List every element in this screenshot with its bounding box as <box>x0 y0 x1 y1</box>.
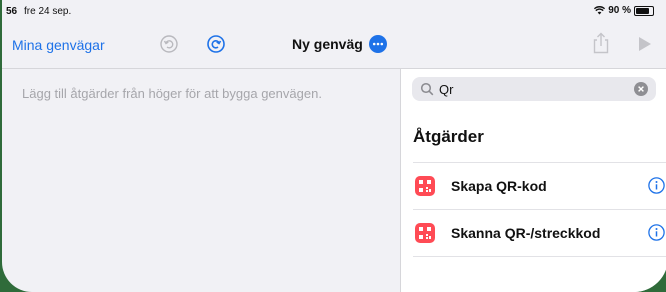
ipad-screen: 56 fre 24 sep. 90 % Mina genvägar Ny gen… <box>2 0 666 292</box>
search-input[interactable]: Qr <box>412 77 656 101</box>
play-icon[interactable] <box>638 36 652 52</box>
shortcut-title: Ny genväg <box>292 36 363 52</box>
action-label: Skanna QR-/streckkod <box>451 225 601 241</box>
wifi-icon <box>594 6 606 15</box>
redo-icon[interactable] <box>207 35 225 53</box>
battery-icon <box>634 5 654 16</box>
divider <box>413 256 666 257</box>
status-date: fre 24 sep. <box>24 6 72 17</box>
action-label: Skapa QR-kod <box>451 178 547 194</box>
status-bar: 56 fre 24 sep. 90 % <box>2 0 666 22</box>
battery-percent: 90 % <box>608 5 631 16</box>
qr-icon <box>415 223 435 243</box>
action-create-qr-code[interactable]: Skapa QR-kod <box>401 163 666 209</box>
action-scan-qr-barcode[interactable]: Skanna QR-/streckkod <box>401 210 666 256</box>
search-icon <box>420 82 434 96</box>
shortcut-title-group[interactable]: Ny genväg <box>292 35 387 53</box>
info-icon[interactable] <box>648 177 665 194</box>
more-icon[interactable] <box>368 35 387 53</box>
navigation-bar: Mina genvägar Ny genväg <box>2 22 666 69</box>
actions-panel: Qr Åtgärder Skapa QR-kod Skanna QR-/stre… <box>400 69 666 292</box>
share-icon[interactable] <box>592 32 610 54</box>
status-right: 90 % <box>594 5 654 16</box>
info-icon[interactable] <box>648 224 665 241</box>
actions-section-title: Åtgärder <box>413 127 484 146</box>
undo-icon[interactable] <box>160 35 178 53</box>
qr-icon <box>415 176 435 196</box>
status-time: 56 <box>6 6 18 17</box>
my-shortcuts-link[interactable]: Mina genvägar <box>12 37 105 53</box>
editor-empty-hint: Lägg till åtgärder från höger för att by… <box>22 86 322 101</box>
search-value: Qr <box>439 81 454 97</box>
clear-search-icon[interactable] <box>634 82 648 96</box>
